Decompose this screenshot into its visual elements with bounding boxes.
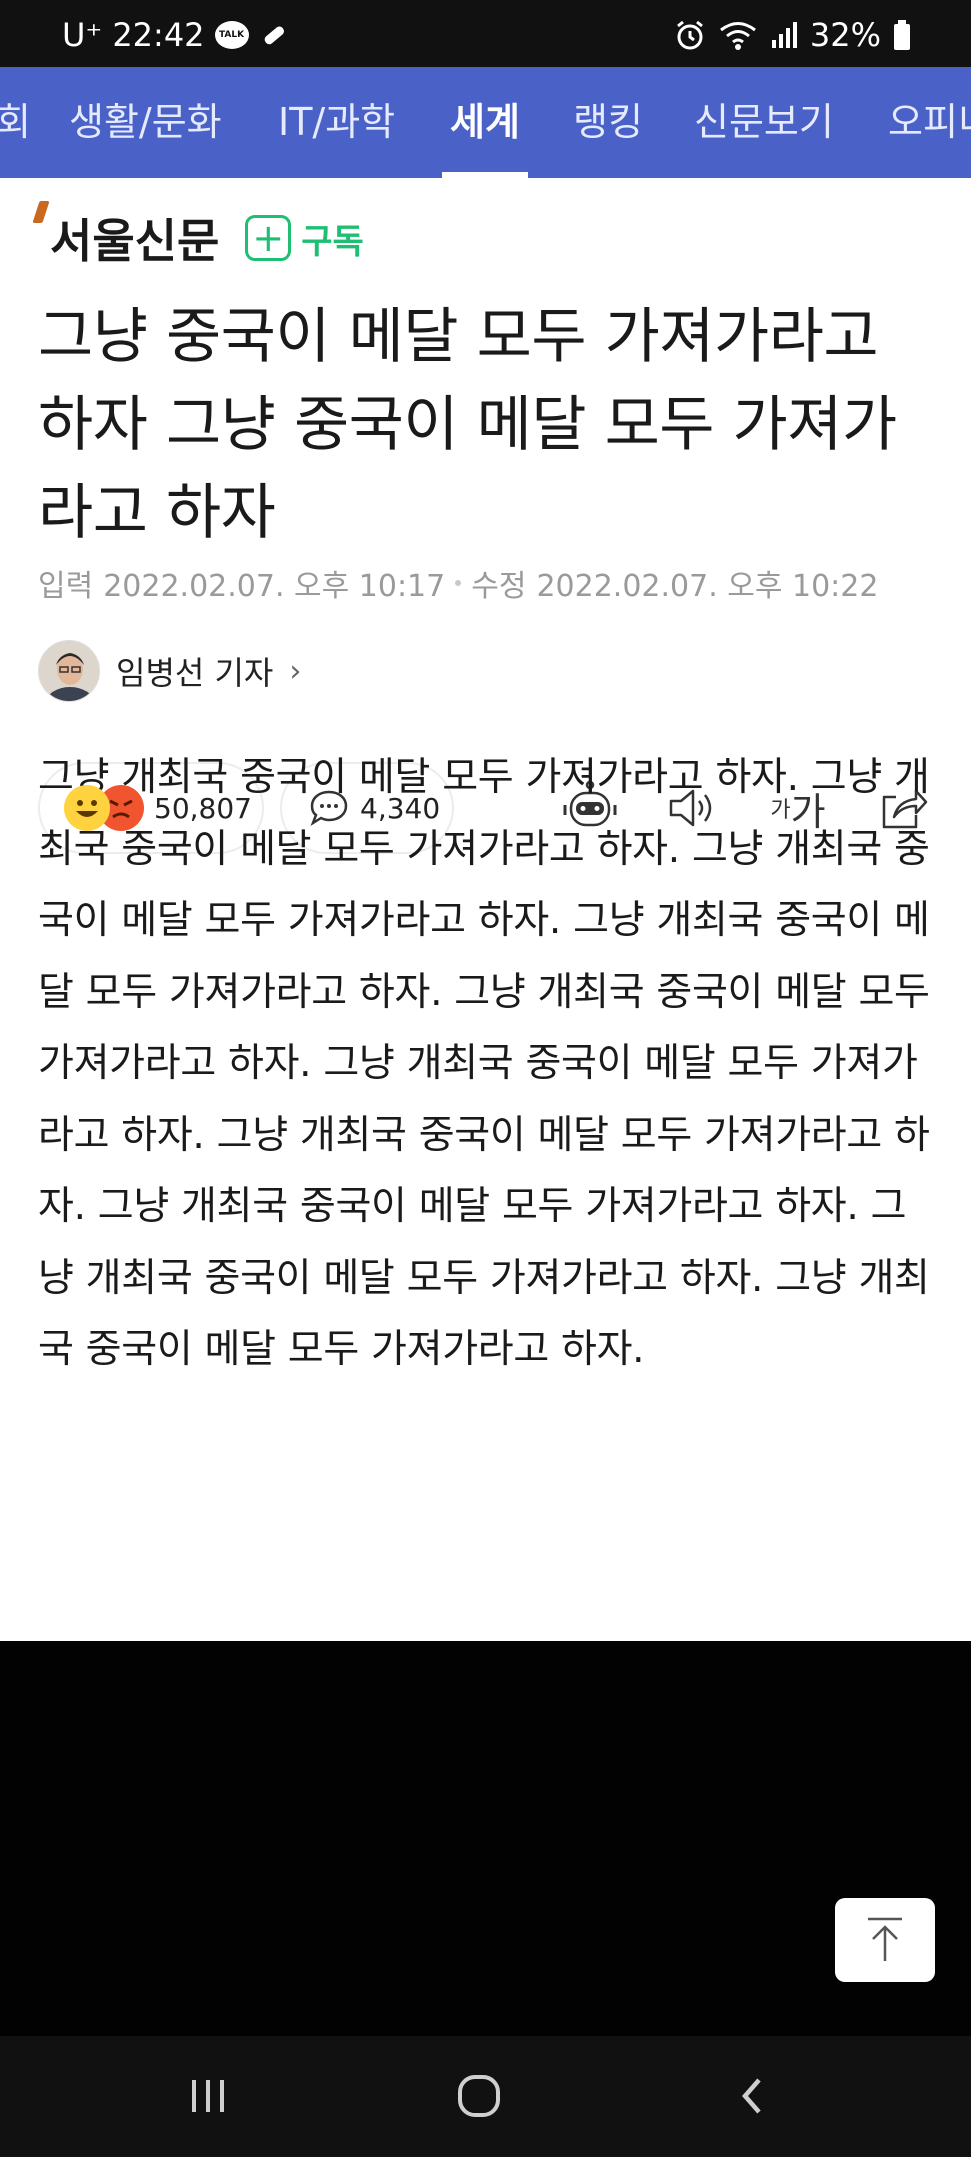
system-nav-bar xyxy=(0,2036,971,2157)
status-bar: U⁺ 22:42 TALK 32% xyxy=(0,0,971,67)
arrow-up-icon xyxy=(868,1917,902,1961)
tab-opinion[interactable]: 오피니 xyxy=(888,67,971,178)
date-modified: 2022.02.07. 오후 10:22 xyxy=(536,569,879,604)
tab-life-culture[interactable]: 생활/문화 xyxy=(69,67,222,178)
article: 서울신문 + 구독 그냥 중국이 메달 모두 가져가라고 하자 그냥 중국이 메… xyxy=(0,178,971,1641)
tab-ranking[interactable]: 랭킹 xyxy=(573,67,643,178)
wifi-icon xyxy=(719,22,756,50)
date-input-label: 입력 xyxy=(38,569,94,604)
reporter-avatar xyxy=(38,640,100,702)
date-input: 2022.02.07. 오후 10:17 xyxy=(103,569,446,604)
tab-newspaper[interactable]: 신문보기 xyxy=(694,67,834,178)
video-placeholder xyxy=(0,1641,971,2036)
tab-world[interactable]: 세계 xyxy=(450,67,520,178)
alarm-icon xyxy=(676,20,703,50)
back-icon xyxy=(742,2078,761,2114)
article-headline: 그냥 중국이 메달 모두 가져가라고 하자 그냥 중국이 메달 모두 가져가라고… xyxy=(38,302,897,548)
kakaotalk-icon: TALK xyxy=(214,21,249,49)
scroll-to-top-button[interactable] xyxy=(835,1898,935,1982)
home-button[interactable] xyxy=(447,2064,511,2128)
battery-icon xyxy=(894,20,910,50)
clock: 22:42 xyxy=(112,16,205,54)
signal-icon xyxy=(771,22,797,48)
date-modified-label: 수정 xyxy=(471,569,527,604)
home-icon xyxy=(458,2075,500,2117)
logo-accent xyxy=(32,201,50,223)
section-nav: 회 생활/문화 IT/과학 세계 랭킹 신문보기 오피니 xyxy=(0,67,971,178)
battery-percent: 32% xyxy=(809,16,881,54)
back-button[interactable] xyxy=(720,2064,784,2128)
separator-dot xyxy=(455,580,462,586)
tab-it-science[interactable]: IT/과학 xyxy=(278,67,395,178)
publisher-logo[interactable]: 서울신문 xyxy=(32,201,220,271)
smile-emoji-icon xyxy=(64,785,110,831)
chevron-right-icon: › xyxy=(289,653,302,689)
publisher-name: 서울신문 xyxy=(50,214,220,268)
carrier-label: U⁺ xyxy=(62,16,103,54)
bandage-icon xyxy=(264,26,284,45)
reporter-name: 임병선 기자 xyxy=(116,654,274,692)
recent-apps-icon xyxy=(192,2080,224,2112)
tab-society[interactable]: 회 xyxy=(0,67,31,178)
reporter-link[interactable]: 임병선 기자 › xyxy=(38,640,301,702)
subscribe-button[interactable]: + 구독 xyxy=(245,214,364,263)
plus-icon: + xyxy=(245,215,292,261)
subscribe-label: 구독 xyxy=(301,221,364,262)
publisher-row: 서울신문 + 구독 xyxy=(32,201,364,271)
recent-apps-button[interactable] xyxy=(176,2064,240,2128)
article-dates: 입력 2022.02.07. 오후 10:17 수정 2022.02.07. 오… xyxy=(38,561,878,605)
article-body: 그냥 개최국 중국이 메달 모두 가져가라고 하자. 그냥 개최국 중국이 메달… xyxy=(38,755,930,1372)
